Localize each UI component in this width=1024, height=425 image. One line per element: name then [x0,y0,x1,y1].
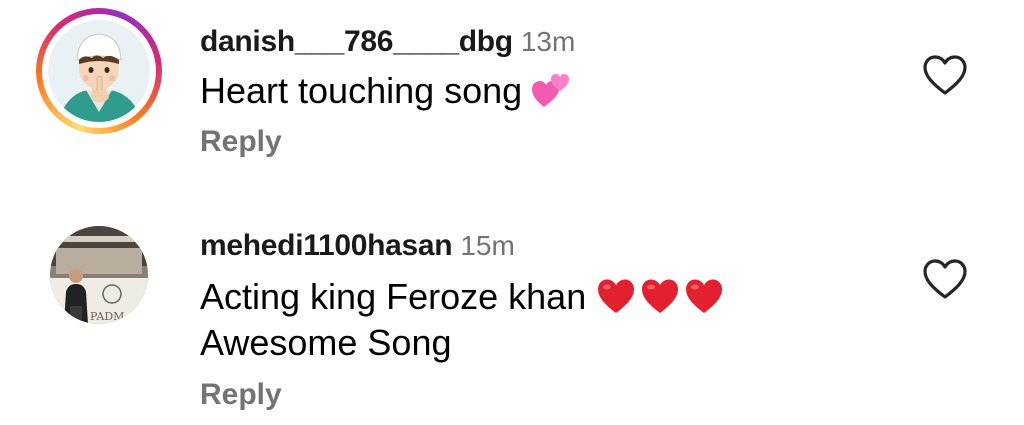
reply-button[interactable]: Reply [200,125,282,159]
heart-outline-icon[interactable] [922,258,968,300]
comment-text: Heart touching song [200,68,572,114]
reply-button[interactable]: Reply [200,378,282,412]
comment-text: Acting king Feroze khan Awesome Song [200,274,724,366]
two-hearts-icon [532,74,570,107]
avatar[interactable]: PADM [50,226,148,324]
comment-item: danish___786____dbg 13m Heart touching so… [0,0,1024,200]
username[interactable]: danish___786____dbg [200,25,513,58]
red-heart-icon [686,279,723,313]
username[interactable]: mehedi1100hasan [200,229,453,262]
heart-outline-icon[interactable] [922,54,968,96]
red-heart-icon [642,279,679,313]
red-heart-icon [598,279,635,313]
comment-header: danish___786____dbg 13m [200,24,575,60]
timestamp: 13m [520,26,576,57]
avatar-sign-text: PADM [90,310,124,323]
avatar [48,20,150,122]
comment-text-line: Awesome Song [200,322,452,363]
comment-item: PADM mehedi1100hasan 15m Acting king Fero… [0,200,1024,425]
story-ring[interactable] [36,8,162,134]
comment-header: mehedi1100hasan 15m [200,228,515,264]
comment-text-line: Acting king Feroze khan [200,276,587,317]
comment-text-line: Heart touching song [200,70,523,111]
timestamp: 15m [460,230,515,261]
